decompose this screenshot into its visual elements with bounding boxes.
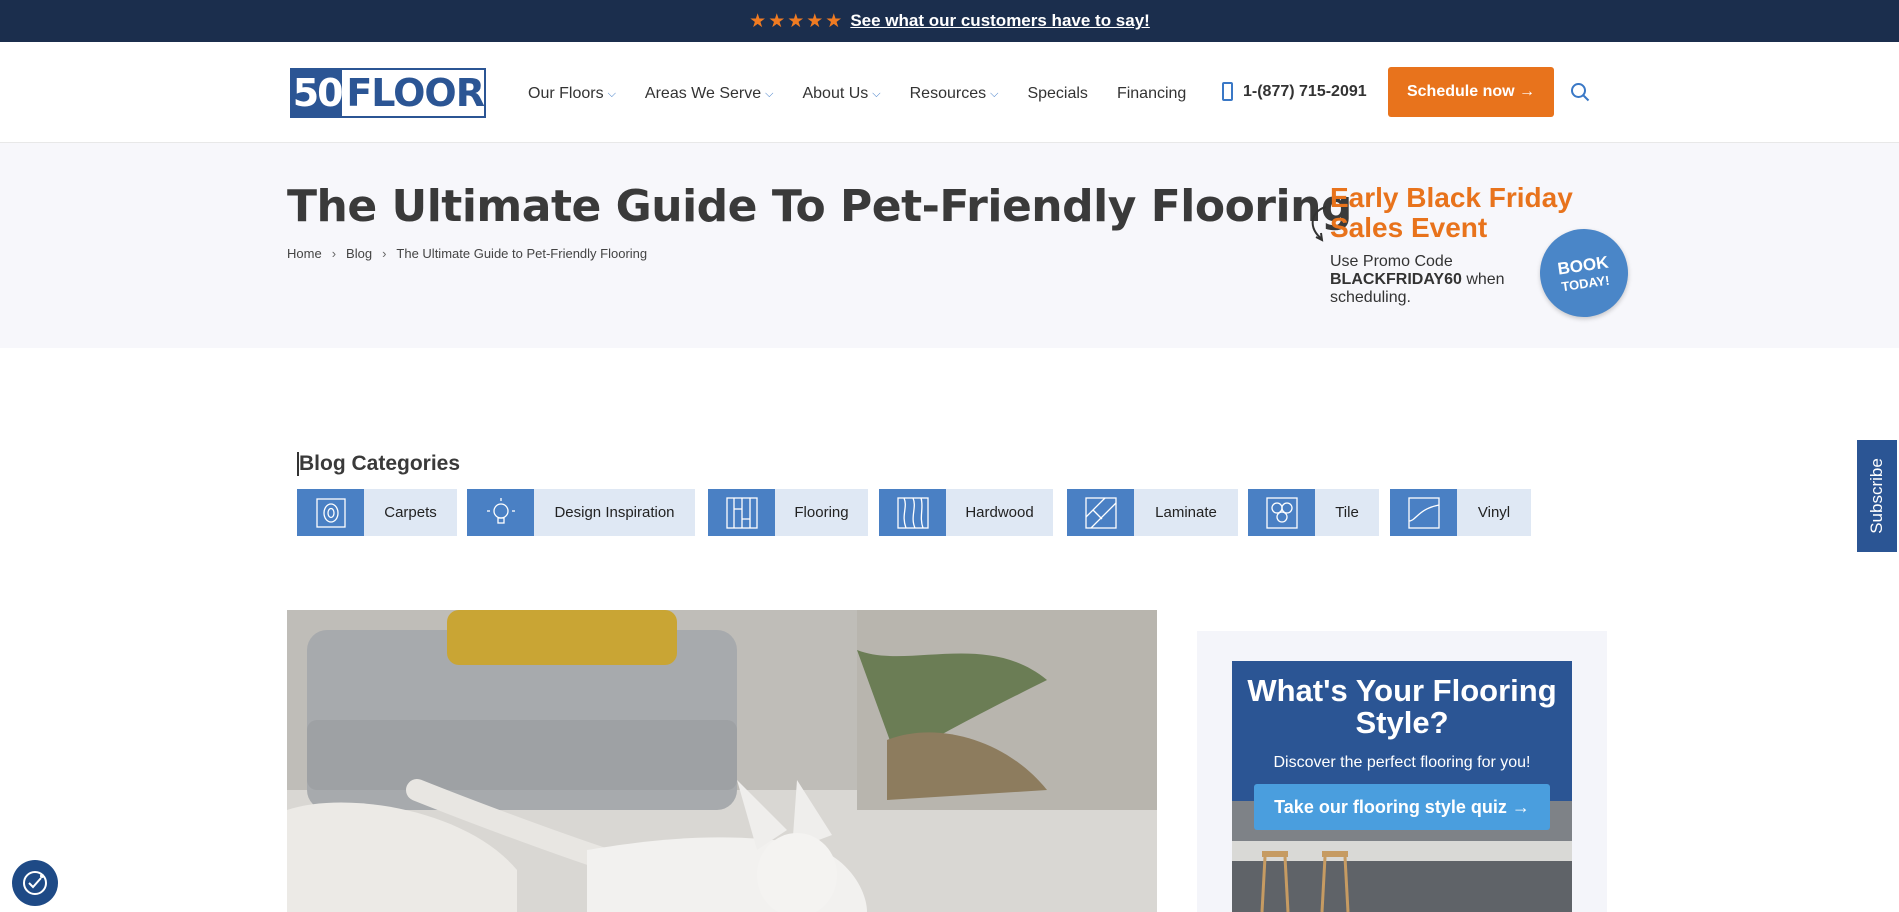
quiz-title: What's Your Flooring Style? [1247,673,1557,740]
take-quiz-button[interactable]: Take our flooring style quiz → [1254,784,1550,830]
nav-financing[interactable]: Financing [1117,85,1186,103]
logo-number: 50 [292,70,344,116]
featured-image [287,610,1157,912]
chevron-down-icon: ⌵ [990,87,999,100]
vinyl-icon [1390,489,1457,536]
phone-icon [1222,82,1233,101]
hexagon-tile-icon [1248,489,1315,536]
category-label: Flooring [794,504,849,521]
curved-arrow-icon [1311,206,1327,242]
chevron-right-icon: › [331,246,337,261]
subscribe-label: Subscribe [1867,458,1887,534]
logo-word: FLOOR [346,71,485,115]
black-friday-promo: Early Black Friday Sales Event Use Promo… [1306,183,1646,323]
nav-label: Specials [1027,85,1088,102]
category-hardwood[interactable]: Hardwood [879,489,1053,536]
lightbulb-icon [467,489,534,536]
category-label: Tile [1335,504,1359,521]
laminate-icon [1067,489,1134,536]
planks-icon [708,489,775,536]
sidebar: What's Your Flooring Style? Discover the… [1197,631,1607,912]
announcement-bar: ★★★★★ See what our customers have to say… [0,0,1899,42]
subscribe-tab[interactable]: Subscribe [1857,440,1897,552]
chevron-down-icon: ⌵ [607,87,616,100]
category-label: Hardwood [965,504,1034,521]
nav-label: About Us [802,85,869,102]
category-label: Design Inspiration [554,504,675,521]
category-tile[interactable]: Tile [1248,489,1379,536]
blog-categories-title: Blog Categories [297,452,461,476]
category-design-inspiration[interactable]: Design Inspiration [467,489,695,536]
promo-code: BLACKFRIDAY60 [1330,271,1462,288]
accessibility-button[interactable] [12,860,58,906]
category-label: Laminate [1155,504,1217,521]
site-logo[interactable]: 50 FLOOR [290,68,486,118]
breadcrumb: Home › Blog › The Ultimate Guide to Pet-… [287,246,647,261]
category-laminate[interactable]: Laminate [1067,489,1238,536]
accessibility-icon [23,871,47,895]
page-hero: The Ultimate Guide To Pet-Friendly Floor… [0,143,1899,348]
search-icon[interactable] [1570,82,1590,102]
breadcrumb-current: The Ultimate Guide to Pet-Friendly Floor… [396,246,648,261]
page-title: The Ultimate Guide To Pet-Friendly Floor… [287,181,1352,232]
nav-label: Our Floors [528,85,604,102]
rating-stars-icon: ★★★★★ [749,10,845,32]
customer-reviews-link[interactable]: See what our customers have to say! [850,11,1150,31]
schedule-now-button[interactable]: Schedule now → [1388,67,1554,117]
chevron-right-icon: › [382,246,387,261]
breadcrumb-blog[interactable]: Blog [346,246,372,261]
main-nav: Our Floors ⌵ Areas We Serve ⌵ About Us ⌵… [528,82,1215,106]
flooring-style-quiz-card: What's Your Flooring Style? Discover the… [1232,661,1572,912]
chevron-down-icon: ⌵ [765,87,774,100]
nav-label: Financing [1116,85,1187,102]
quiz-subtitle: Discover the perfect flooring for you! [1273,754,1531,771]
nav-about-us[interactable]: About Us ⌵ [802,85,880,103]
category-vinyl[interactable]: Vinyl [1390,489,1531,536]
promo-text-prefix: Use Promo Code [1330,253,1453,270]
carpet-roll-icon [297,489,364,536]
category-flooring[interactable]: Flooring [708,489,868,536]
category-label: Carpets [384,504,437,521]
dog-on-floor-image [287,610,1157,912]
wood-grain-icon [879,489,946,536]
promo-text: Use Promo Code BLACKFRIDAY60 when schedu… [1330,253,1530,307]
nav-resources[interactable]: Resources ⌵ [910,85,999,103]
site-header: 50 FLOOR Our Floors ⌵ Areas We Serve ⌵ A… [0,42,1899,143]
phone-number: 1-(877) 715-2091 [1243,82,1367,100]
nav-label: Resources [909,85,987,102]
nav-specials[interactable]: Specials [1027,85,1087,103]
chevron-down-icon: ⌵ [872,87,881,100]
nav-our-floors[interactable]: Our Floors ⌵ [528,85,616,103]
category-carpets[interactable]: Carpets [297,489,457,536]
breadcrumb-home[interactable]: Home [287,246,322,261]
category-label: Vinyl [1477,504,1511,521]
phone-link[interactable]: 1-(877) 715-2091 [1222,82,1367,101]
nav-label: Areas We Serve [644,85,762,102]
nav-areas-we-serve[interactable]: Areas We Serve ⌵ [645,85,774,103]
